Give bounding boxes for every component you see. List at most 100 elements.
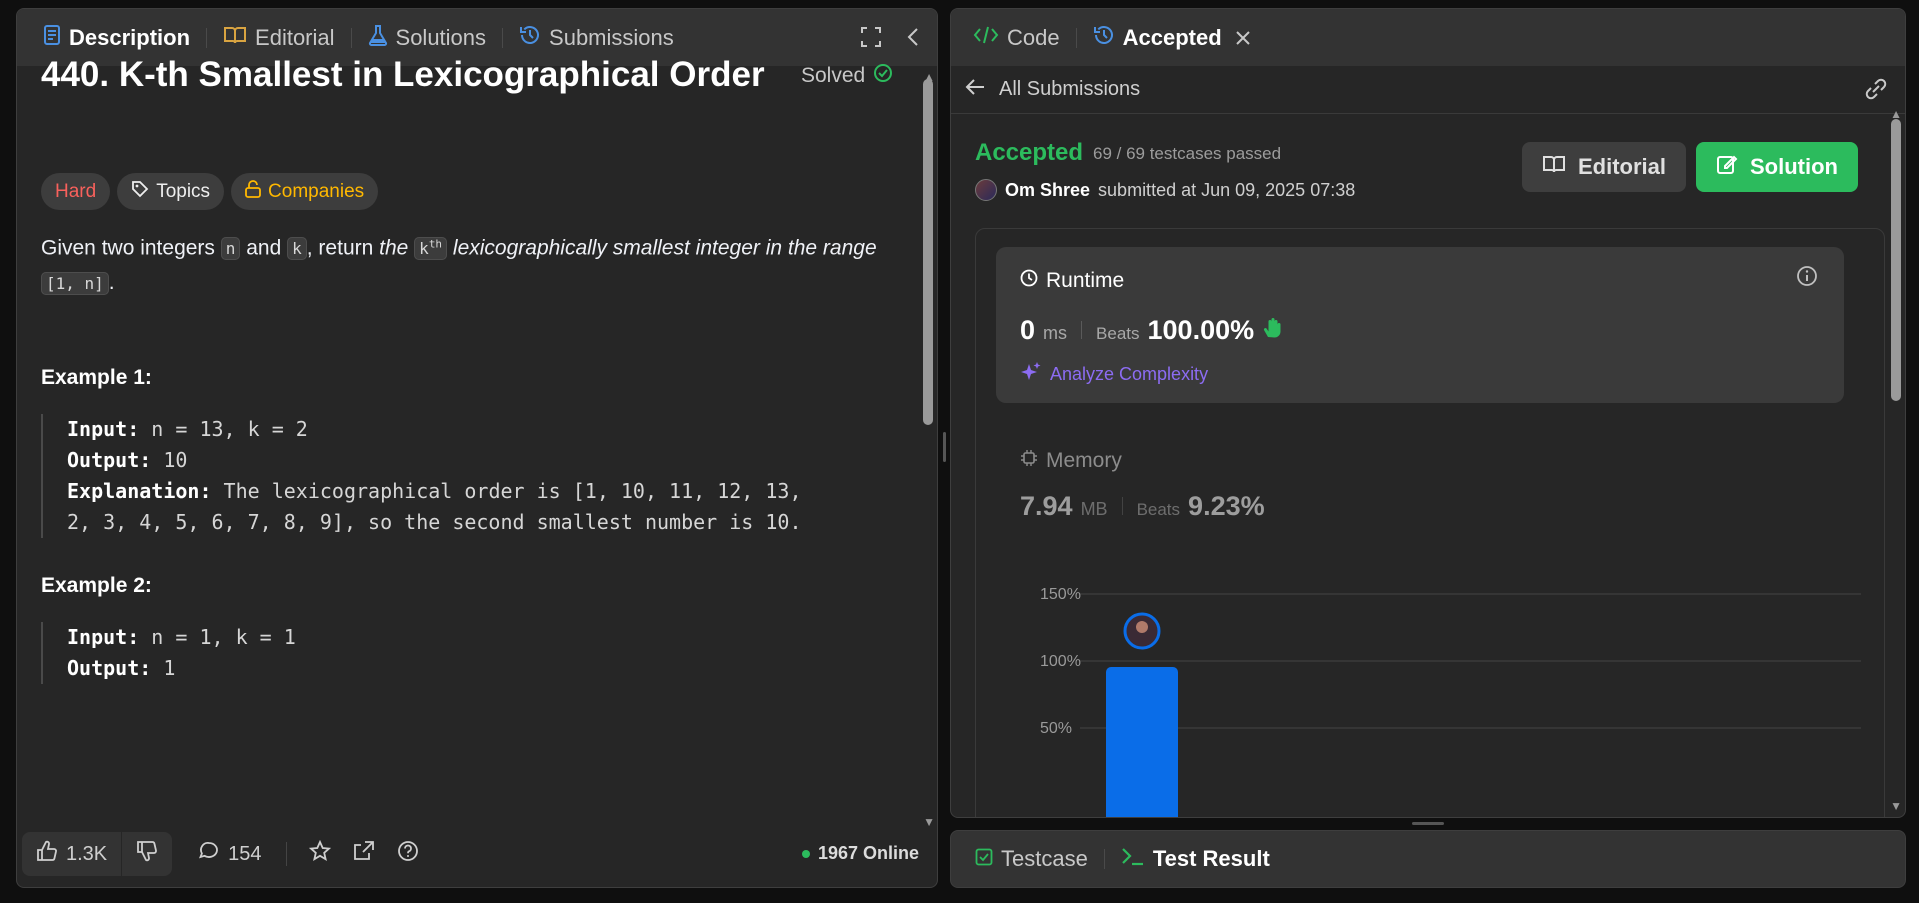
runtime-value: 0: [1020, 315, 1036, 345]
runtime-box[interactable]: Runtime 0 ms Beats 100.00% Analyze Compl…: [996, 247, 1844, 403]
example-1-title: Example 1:: [41, 366, 152, 389]
history-icon: [1093, 24, 1115, 52]
runtime-beats-value: 100.00%: [1147, 315, 1255, 345]
scroll-down-arrow[interactable]: ▼: [1890, 799, 1902, 813]
analyze-complexity-link[interactable]: Analyze Complexity: [1020, 361, 1208, 388]
problem-tags: Hard Topics Companies: [41, 173, 379, 210]
memory-beats-label: Beats: [1136, 500, 1181, 519]
clap-icon: [1262, 317, 1284, 345]
submission-subbar: All Submissions: [951, 66, 1905, 114]
thumbs-up-icon: [36, 840, 58, 868]
help-icon: [397, 840, 419, 868]
example-1-block: Input: n = 13, k = 2 Output: 10 Explanat…: [41, 414, 802, 538]
tab-label: Testcase: [1001, 846, 1088, 871]
like-count: 1.3K: [66, 842, 108, 865]
runtime-unit: ms: [1043, 323, 1068, 343]
share-button[interactable]: [353, 840, 375, 868]
var-kth: kth: [414, 237, 448, 261]
comment-count: 154: [228, 842, 262, 865]
difficulty-badge: Hard: [41, 173, 111, 210]
tab-solutions[interactable]: Solutions: [362, 24, 493, 52]
tab-accepted[interactable]: Accepted: [1087, 24, 1256, 52]
sparkle-icon: [1020, 361, 1042, 388]
submitted-time: submitted at Jun 09, 2025 07:38: [1098, 179, 1356, 200]
submission-scrollbar[interactable]: [1891, 119, 1901, 401]
tab-label: Editorial: [255, 24, 335, 50]
online-label: 1967 Online: [817, 843, 919, 863]
terminal-icon: [1121, 846, 1145, 872]
tab-code[interactable]: Code: [967, 25, 1066, 51]
dislike-button[interactable]: [121, 832, 172, 876]
tab-test-result[interactable]: Test Result: [1115, 846, 1276, 872]
info-icon[interactable]: [1796, 265, 1818, 293]
tab-label: Submissions: [549, 24, 674, 50]
clock-icon: [1020, 269, 1038, 293]
solution-button[interactable]: Solution: [1696, 142, 1858, 192]
star-icon: [308, 839, 331, 868]
right-tab-bar: Code Accepted: [951, 9, 1905, 66]
tab-label: Accepted: [1122, 24, 1222, 50]
user-avatar-marker: [1123, 612, 1161, 650]
all-submissions-link[interactable]: All Submissions: [965, 78, 1140, 102]
stats-card: Runtime 0 ms Beats 100.00% Analyze Compl…: [975, 228, 1885, 818]
companies-tag[interactable]: Companies: [231, 173, 379, 210]
collapse-icon[interactable]: [907, 27, 919, 51]
memory-value-row: 7.94 MB Beats 9.23%: [1020, 491, 1265, 522]
submission-panel: Code Accepted All Submissions Accepted 6…: [950, 8, 1906, 818]
topics-label: Topics: [156, 180, 211, 202]
var-range: [1, n]: [41, 272, 109, 296]
editorial-label: Editorial: [1578, 154, 1667, 179]
problem-panel: Description Editorial Solutions Submissi…: [16, 8, 938, 888]
runtime-value-row: 0 ms Beats 100.00%: [1020, 315, 1284, 346]
edit-icon: [1716, 153, 1738, 181]
submitter-name[interactable]: Om Shree: [1005, 180, 1090, 201]
tab-label: Description: [69, 24, 191, 50]
console-bar: Testcase Test Result: [950, 830, 1906, 888]
comment-icon: [198, 840, 220, 868]
avatar: [975, 179, 997, 201]
solution-label: Solution: [1750, 154, 1838, 179]
flask-icon: [368, 24, 388, 52]
y-tick-label: 100%: [1040, 653, 1081, 670]
comments-button[interactable]: 154: [198, 840, 262, 868]
description-icon: [43, 24, 61, 51]
book-icon: [1542, 154, 1566, 180]
link-icon[interactable]: [1863, 78, 1889, 106]
tag-icon: [131, 180, 149, 204]
solved-label: Solved: [801, 64, 866, 87]
online-dot: [801, 849, 810, 858]
tab-testcase[interactable]: Testcase: [969, 846, 1094, 872]
vote-group: 1.3K: [22, 832, 173, 876]
fullscreen-icon[interactable]: [861, 27, 881, 51]
book-icon: [223, 25, 247, 51]
tab-description[interactable]: Description: [37, 24, 196, 51]
tab-submissions[interactable]: Submissions: [513, 24, 680, 52]
topics-tag[interactable]: Topics: [117, 173, 225, 210]
close-icon[interactable]: [1235, 25, 1250, 51]
var-n: n: [220, 237, 241, 261]
memory-beats-value: 9.23%: [1188, 491, 1265, 521]
example-2-block: Input: n = 1, k = 1 Output: 1: [41, 622, 296, 684]
horizontal-splitter[interactable]: [1412, 822, 1444, 825]
chart-bar[interactable]: [1106, 667, 1178, 818]
description-scrollbar[interactable]: [923, 79, 933, 425]
help-button[interactable]: [397, 840, 419, 868]
favorite-button[interactable]: [308, 839, 331, 868]
tab-editorial[interactable]: Editorial: [217, 25, 340, 51]
memory-label: Memory: [1046, 449, 1122, 472]
like-button[interactable]: 1.3K: [22, 832, 121, 876]
external-link-icon: [353, 840, 375, 868]
online-count: 1967 Online: [801, 843, 919, 864]
testcases-passed: 69 / 69 testcases passed: [1093, 144, 1282, 163]
result-status: Accepted: [975, 139, 1084, 166]
problem-title: 440. K-th Smallest in Lexicographical Or…: [41, 55, 765, 94]
y-tick-label: 50%: [1040, 720, 1072, 737]
y-tick-label: 150%: [1040, 586, 1081, 603]
vertical-splitter[interactable]: [943, 432, 946, 462]
history-icon: [519, 24, 541, 52]
editorial-button[interactable]: Editorial: [1522, 142, 1687, 192]
memory-title[interactable]: Memory: [1020, 449, 1122, 473]
submitter-info: Om Shree submitted at Jun 09, 2025 07:38: [975, 179, 1355, 201]
runtime-beats-label: Beats: [1096, 324, 1140, 343]
lock-icon: [245, 179, 261, 204]
